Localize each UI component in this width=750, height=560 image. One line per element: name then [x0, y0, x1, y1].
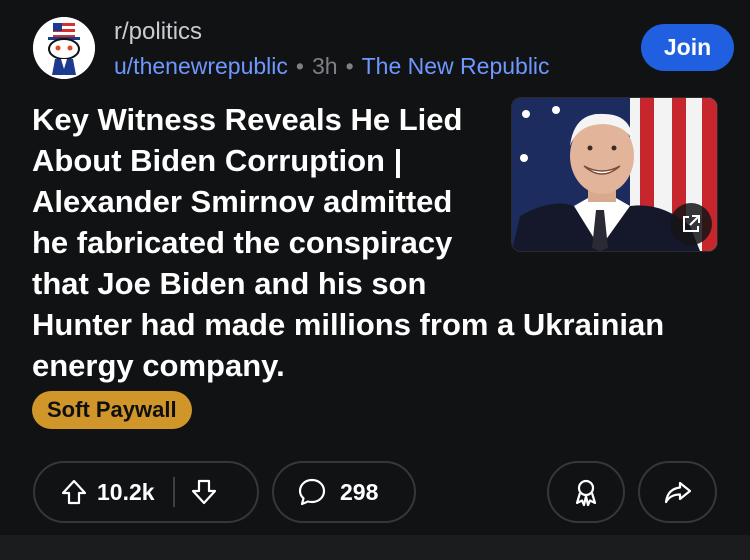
award-button[interactable] [547, 461, 625, 523]
title-line: energy company. [32, 348, 285, 383]
subreddit-avatar-icon[interactable] [33, 17, 95, 79]
title-line: that Joe Biden and his son [32, 266, 427, 301]
post-card[interactable]: r/politics u/thenewrepublic • 3h • The New R… [0, 0, 750, 535]
upvote-icon [61, 479, 87, 505]
upvote-count: 10.2k [97, 478, 155, 505]
external-link-icon[interactable] [670, 203, 712, 245]
join-button[interactable]: Join [641, 24, 734, 71]
vote-divider [172, 477, 175, 507]
title-line: Hunter had made millions from a Ukrainia… [32, 307, 665, 342]
subreddit-name[interactable]: r/politics [114, 18, 550, 46]
comment-count: 298 [340, 478, 379, 505]
downvote-button[interactable] [189, 477, 219, 507]
separator-dot: • [345, 53, 354, 79]
award-icon [575, 479, 597, 507]
post-byline: u/thenewrepublic • 3h • The New Republic [114, 52, 550, 80]
upvote-button[interactable] [59, 477, 89, 507]
source-link[interactable]: The New Republic [362, 53, 550, 79]
post-flair[interactable]: Soft Paywall [32, 391, 192, 429]
downvote-icon [191, 479, 216, 505]
author-link[interactable]: u/thenewrepublic [114, 53, 288, 79]
vote-controls: 10.2k [33, 461, 259, 523]
separator-dot: • [295, 53, 304, 79]
post-meta: r/politics u/thenewrepublic • 3h • The New R… [114, 18, 550, 80]
share-icon [664, 481, 691, 504]
feed-separator [0, 535, 750, 560]
comment-icon [298, 478, 326, 506]
post-time: 3h [311, 53, 338, 79]
comments-button[interactable]: 298 [272, 461, 416, 523]
share-button[interactable] [638, 461, 717, 523]
